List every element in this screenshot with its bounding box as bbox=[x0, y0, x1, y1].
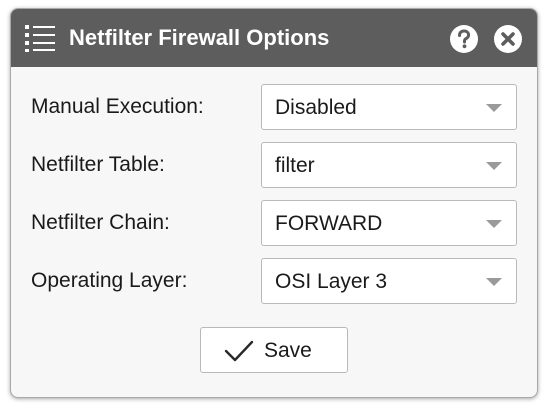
manual-execution-value: Disabled bbox=[275, 96, 357, 119]
dialog-title: Netfilter Firewall Options bbox=[69, 25, 330, 50]
operating-layer-value: OSI Layer 3 bbox=[275, 270, 388, 293]
list-menu-icon[interactable] bbox=[25, 24, 57, 52]
checkmark-icon bbox=[224, 340, 254, 362]
save-button[interactable]: Save bbox=[200, 327, 348, 373]
operating-layer-label: Operating Layer: bbox=[31, 269, 188, 292]
netfilter-table-row: Netfilter Table: filter bbox=[11, 142, 537, 188]
netfilter-chain-value: FORWARD bbox=[275, 212, 383, 235]
netfilter-table-select[interactable]: filter bbox=[261, 142, 517, 188]
netfilter-options-dialog: Netfilter Firewall Options Manual Execut… bbox=[10, 8, 538, 398]
chevron-down-icon bbox=[486, 104, 502, 112]
manual-execution-row: Manual Execution: Disabled bbox=[11, 84, 537, 130]
chevron-down-icon bbox=[486, 162, 502, 170]
manual-execution-label: Manual Execution: bbox=[31, 95, 204, 118]
manual-execution-select[interactable]: Disabled bbox=[261, 84, 517, 130]
operating-layer-row: Operating Layer: OSI Layer 3 bbox=[11, 258, 537, 304]
chevron-down-icon bbox=[486, 278, 502, 286]
netfilter-chain-label: Netfilter Chain: bbox=[31, 211, 170, 234]
netfilter-table-value: filter bbox=[275, 154, 315, 177]
operating-layer-select[interactable]: OSI Layer 3 bbox=[261, 258, 517, 304]
close-icon[interactable] bbox=[494, 25, 522, 53]
help-icon[interactable] bbox=[450, 25, 478, 53]
save-button-label: Save bbox=[264, 339, 312, 362]
chevron-down-icon bbox=[486, 220, 502, 228]
netfilter-chain-row: Netfilter Chain: FORWARD bbox=[11, 200, 537, 246]
netfilter-table-label: Netfilter Table: bbox=[31, 153, 165, 176]
netfilter-chain-select[interactable]: FORWARD bbox=[261, 200, 517, 246]
dialog-titlebar: Netfilter Firewall Options bbox=[11, 9, 537, 67]
